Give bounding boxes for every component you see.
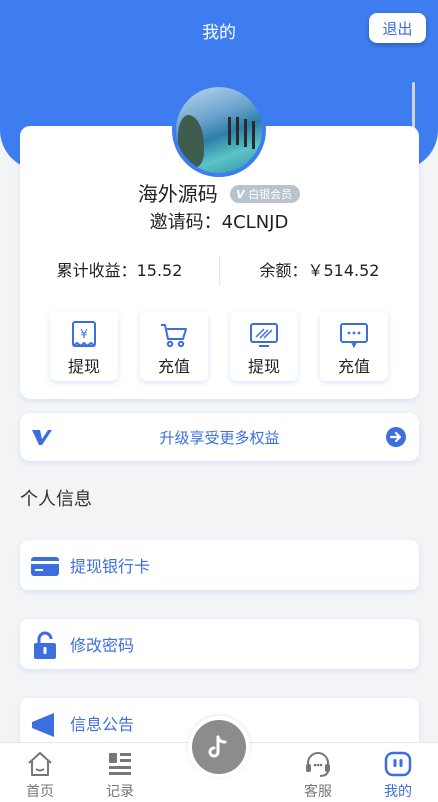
- recharge-button-2[interactable]: 充值: [320, 311, 388, 381]
- profile-name: 海外源码: [137, 182, 218, 206]
- lock-icon: [34, 631, 56, 659]
- withdraw-button[interactable]: ¥ 提现: [50, 311, 118, 381]
- invite-label: 邀请码：: [149, 212, 222, 233]
- menu-item-password[interactable]: 修改密码: [20, 619, 419, 669]
- home-icon: [28, 752, 52, 776]
- invite-row: 邀请码：4CLNJD: [0, 208, 438, 234]
- megaphone-icon: [32, 713, 54, 737]
- tab-home[interactable]: 首页: [5, 743, 75, 801]
- menu-item-announcement-label: 信息公告: [70, 715, 135, 734]
- withdraw-label-2: 提现: [247, 357, 280, 376]
- profile-name-row: 海外源码 V 白银会员: [0, 178, 438, 207]
- menu-item-password-label: 修改密码: [70, 636, 135, 655]
- vip-v-icon: V: [236, 187, 245, 201]
- invite-code: 4CLNJD: [221, 212, 289, 233]
- recharge-label-2: 充值: [337, 357, 370, 376]
- tab-support-label: 客服: [304, 784, 332, 800]
- tab-support[interactable]: 客服: [283, 743, 353, 801]
- profile-icon: [384, 751, 412, 777]
- tab-mine[interactable]: 我的: [363, 743, 433, 801]
- svg-text:¥: ¥: [80, 327, 88, 341]
- balance-stat: 余额：￥514.52: [220, 256, 419, 286]
- tab-records[interactable]: 记录: [85, 743, 155, 801]
- tab-mine-label: 我的: [384, 784, 412, 800]
- screen-icon: [250, 323, 278, 347]
- withdraw-label: 提现: [67, 357, 100, 376]
- balance-label: 余额：: [259, 261, 308, 280]
- action-grid: ¥ 提现 充值 提现 充值: [20, 311, 419, 383]
- list-icon: [109, 753, 131, 775]
- cart-icon: [161, 324, 187, 348]
- recharge-label: 充值: [157, 357, 190, 376]
- upgrade-label: 升级享受更多权益: [159, 429, 280, 447]
- arrow-right-circle-icon[interactable]: [385, 426, 407, 448]
- withdraw-receipt-icon: ¥: [72, 321, 96, 348]
- headset-icon: [306, 752, 330, 777]
- bank-card-icon: [31, 557, 59, 576]
- withdraw-button-2[interactable]: 提现: [230, 311, 298, 381]
- menu-item-bank-card[interactable]: 提现银行卡: [20, 540, 419, 590]
- earnings-value: 15.52: [136, 261, 183, 280]
- menu-item-bank-card-label: 提现银行卡: [70, 557, 151, 576]
- balance-value: ￥514.52: [307, 261, 380, 280]
- tab-records-label: 记录: [106, 784, 134, 800]
- section-title-personal: 个人信息: [20, 489, 92, 510]
- upgrade-banner[interactable]: 升级享受更多权益: [20, 413, 419, 461]
- member-badge: V 白银会员: [230, 184, 301, 203]
- tab-home-label: 首页: [26, 784, 54, 800]
- chat-monitor-icon: [340, 323, 368, 349]
- center-action-button[interactable]: [188, 716, 250, 778]
- avatar[interactable]: [172, 83, 266, 177]
- earnings-label: 累计收益：: [56, 261, 137, 280]
- logout-button[interactable]: 退出: [369, 13, 426, 43]
- tiktok-icon: [208, 735, 227, 758]
- earnings-stat: 累计收益：15.52: [20, 256, 219, 286]
- member-badge-label: 白银会员: [248, 187, 293, 201]
- stats-row: 累计收益：15.52 余额：￥514.52: [20, 256, 419, 286]
- recharge-button[interactable]: 充值: [140, 311, 208, 381]
